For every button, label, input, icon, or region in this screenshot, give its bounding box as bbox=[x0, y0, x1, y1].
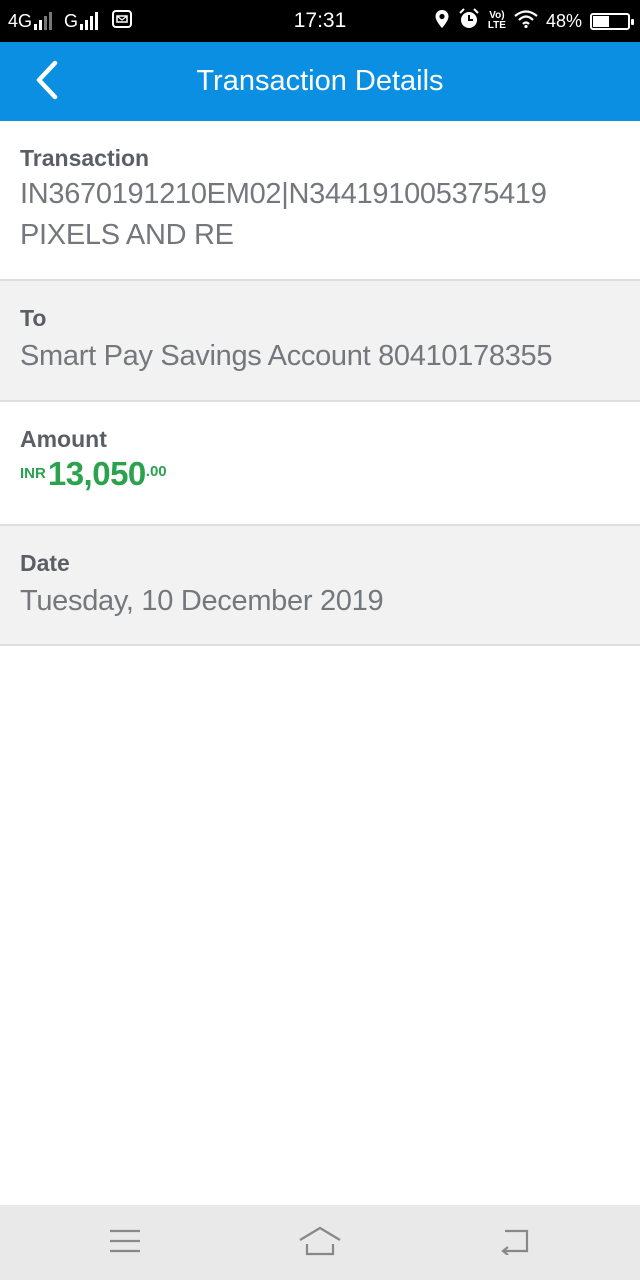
transaction-id-line2: PIXELS AND RE bbox=[20, 219, 234, 251]
date-label: Date bbox=[20, 550, 70, 576]
chevron-left-icon bbox=[33, 60, 59, 105]
navigation-bar bbox=[0, 1205, 640, 1280]
volte-bottom: LTE bbox=[487, 20, 506, 31]
transaction-id-line1: IN3670191210EM02|N344191005375419 bbox=[20, 178, 547, 210]
amount-decimal: .00 bbox=[145, 463, 167, 480]
menu-icon bbox=[109, 1228, 141, 1259]
amount-value: INR 13,050 .00 bbox=[20, 455, 640, 493]
back-button[interactable] bbox=[18, 54, 74, 110]
back-icon bbox=[499, 1227, 531, 1260]
volte-icon: Vo) LTE bbox=[488, 11, 506, 31]
transaction-label: Transaction bbox=[20, 145, 150, 171]
transaction-row: Transaction IN3670191210EM02|N3441910053… bbox=[0, 121, 640, 281]
to-label: To bbox=[20, 305, 47, 331]
status-bar-right: Vo) LTE 48% bbox=[434, 0, 634, 42]
page-title: Transaction Details bbox=[196, 65, 444, 97]
to-row: To Smart Pay Savings Account 80410178355 bbox=[0, 281, 640, 402]
date-row: Date Tuesday, 10 December 2019 bbox=[0, 526, 640, 646]
battery-icon bbox=[590, 12, 634, 30]
system-back-button[interactable] bbox=[485, 1219, 545, 1267]
home-icon bbox=[298, 1226, 342, 1261]
alarm-icon bbox=[458, 7, 480, 35]
battery-percent: 48% bbox=[545, 10, 582, 31]
amount-whole: 13,050 bbox=[47, 455, 146, 492]
amount-label: Amount bbox=[20, 426, 107, 452]
wifi-icon bbox=[514, 9, 538, 33]
menu-button[interactable] bbox=[95, 1219, 155, 1267]
date-value: Tuesday, 10 December 2019 bbox=[20, 585, 384, 617]
app-bar: Transaction Details bbox=[0, 42, 640, 121]
amount-row: Amount INR 13,050 .00 bbox=[0, 402, 640, 526]
location-icon bbox=[434, 9, 450, 34]
status-bar: 4G G 17:31 Vo) LTE 48% bbox=[0, 0, 640, 42]
home-button[interactable] bbox=[290, 1219, 350, 1267]
amount-currency: INR bbox=[20, 465, 46, 482]
to-account-value: Smart Pay Savings Account 80410178355 bbox=[20, 340, 553, 372]
